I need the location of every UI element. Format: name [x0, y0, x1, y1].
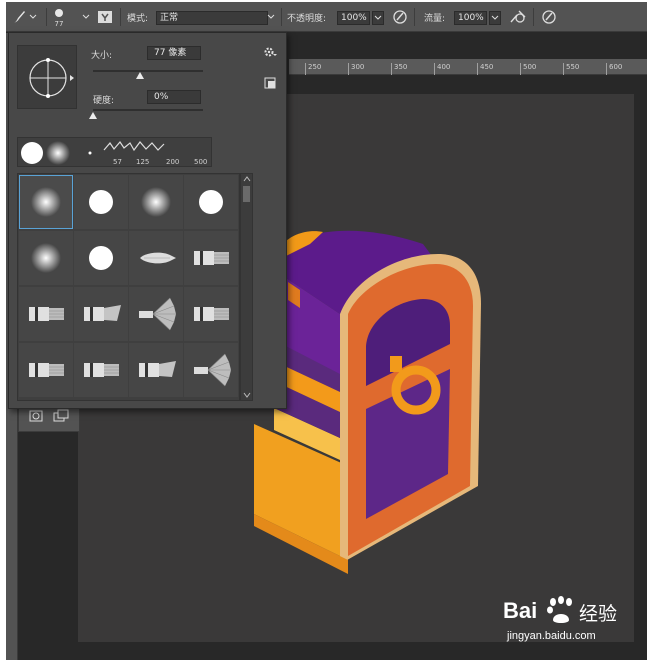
mode-dropdown-arrow[interactable] [265, 11, 277, 25]
mode-select[interactable]: 正常 [156, 11, 268, 25]
brush-size-readout: 77 [54, 20, 64, 28]
recent-brush-size: 125 [136, 158, 150, 166]
paw-logo-icon [547, 596, 572, 623]
brush-tip-preview-icon [55, 9, 63, 17]
screen-mode-icon[interactable] [53, 409, 71, 423]
options-bar: 77 模式: 正常 不透明度: 100% 流量: 100% [6, 2, 647, 32]
flow-label: 流量: [424, 13, 446, 24]
brush-preset-flat-brush[interactable] [74, 343, 128, 397]
size-label: 大小: [91, 51, 113, 61]
brush-preset-flat-brush[interactable] [184, 231, 238, 285]
ruler-tick: 600 [606, 63, 622, 75]
brush-preset-picker-button[interactable]: 77 [52, 2, 66, 32]
size-input[interactable]: 77 像素 [147, 46, 201, 60]
hardness-input[interactable]: 0% [147, 90, 201, 104]
flat-brush-icon [194, 307, 229, 321]
brush-preset-flat-brush[interactable] [184, 287, 238, 341]
watermark-brand-suffix: 经验 [579, 603, 618, 625]
ruler-tick: 550 [563, 63, 579, 75]
brush-preset-hard-round[interactable] [184, 175, 238, 229]
brush-preset-flat-angle-brush[interactable] [129, 343, 183, 397]
ruler-tick: 300 [348, 63, 364, 75]
photoshop-window: 77 模式: 正常 不透明度: 100% 流量: 100% 250 300 35… [6, 2, 647, 660]
hardness-slider-track[interactable] [93, 109, 203, 111]
ruler-tick: 450 [477, 63, 493, 75]
hard-round-icon [199, 190, 223, 214]
flow-dropdown-arrow[interactable] [489, 11, 501, 25]
soft-round-icon [141, 187, 171, 217]
baidu-jingyan-watermark: Bai 经验 jingyan.baidu.com [503, 592, 647, 652]
flat-brush-icon [194, 251, 229, 265]
pressure-opacity-icon[interactable] [392, 2, 408, 32]
pressure-size-icon[interactable] [541, 2, 557, 32]
brush-preset-flat-angle-brush[interactable] [74, 287, 128, 341]
brush-picker-dropdown-arrow[interactable] [80, 11, 92, 25]
gear-icon[interactable] [263, 46, 277, 58]
brush-settings-panel-icon[interactable] [97, 2, 113, 32]
brush-preset-soft-round[interactable] [19, 231, 73, 285]
brush-tip-icon [140, 252, 176, 264]
new-preset-icon[interactable] [264, 77, 276, 89]
scroll-up-arrow-icon[interactable] [243, 176, 251, 182]
watermark-brand: Bai [503, 598, 538, 623]
brush-preset-soft-round[interactable] [129, 175, 183, 229]
preset-grid-scrollbar[interactable] [240, 173, 253, 401]
brush-preset-brush-tip[interactable] [129, 231, 183, 285]
recent-brush-scatter[interactable] [102, 140, 166, 154]
ruler-tick: 350 [391, 63, 407, 75]
recent-brush-soft[interactable] [46, 141, 70, 165]
brush-preset-picker: 大小: 77 像素 硬度: 0% 57 125 200 500 [8, 32, 287, 409]
brush-preset-fan-brush[interactable] [129, 287, 183, 341]
recent-brush-size: 57 [113, 158, 122, 166]
brush-preset-flat-brush[interactable] [19, 287, 73, 341]
opacity-dropdown-arrow[interactable] [372, 11, 384, 25]
fan-brush-icon [139, 297, 176, 331]
ruler-tick: 400 [434, 63, 450, 75]
brush-angle-preview[interactable] [17, 45, 77, 109]
recent-brush-size: 200 [166, 158, 180, 166]
mode-label: 模式: [127, 13, 149, 24]
recent-brush-small[interactable] [88, 151, 92, 155]
brush-roundness-icon [29, 58, 74, 98]
scroll-down-arrow-icon[interactable] [243, 392, 251, 398]
opacity-label: 不透明度: [287, 13, 327, 24]
brush-preset-soft-round[interactable] [19, 175, 73, 229]
size-slider-track[interactable] [93, 70, 203, 72]
flow-input[interactable]: 100% [454, 11, 487, 25]
brush-preset-flat-brush[interactable] [19, 343, 73, 397]
size-slider-thumb[interactable] [136, 72, 145, 79]
ruler-tick: 500 [520, 63, 536, 75]
brush-preset-fan-brush[interactable] [184, 343, 238, 397]
brush-preset-hard-round[interactable] [74, 175, 128, 229]
ruler-tick: 250 [305, 63, 321, 75]
soft-round-icon [31, 243, 61, 273]
brush-preset-grid [17, 173, 240, 401]
flat-brush-icon [29, 307, 64, 321]
brush-tool-icon[interactable] [11, 2, 37, 32]
recent-brush-size: 500 [194, 158, 208, 166]
airbrush-icon[interactable] [509, 2, 527, 32]
soft-round-icon [31, 187, 61, 217]
opacity-input[interactable]: 100% [337, 11, 370, 25]
recent-brushes-strip: 57 125 200 500 [17, 137, 212, 167]
scroll-thumb[interactable] [243, 186, 250, 202]
quick-mask-icon[interactable] [29, 410, 43, 422]
recent-brush-hard[interactable] [20, 141, 44, 165]
fan-brush-icon [194, 353, 231, 387]
flat-angle-brush-icon [84, 305, 121, 321]
hardness-label: 硬度: [93, 96, 115, 106]
hardness-slider-thumb[interactable] [89, 112, 97, 119]
hard-round-icon [89, 190, 113, 214]
watermark-url: jingyan.baidu.com [507, 630, 596, 642]
flat-brush-icon [84, 363, 119, 377]
flat-angle-brush-icon [139, 361, 176, 377]
brush-preset-hard-round[interactable] [74, 231, 128, 285]
flat-brush-icon [29, 363, 64, 377]
horizontal-ruler: 250 300 350 400 450 500 550 600 [289, 59, 647, 75]
hard-round-icon [89, 246, 113, 270]
